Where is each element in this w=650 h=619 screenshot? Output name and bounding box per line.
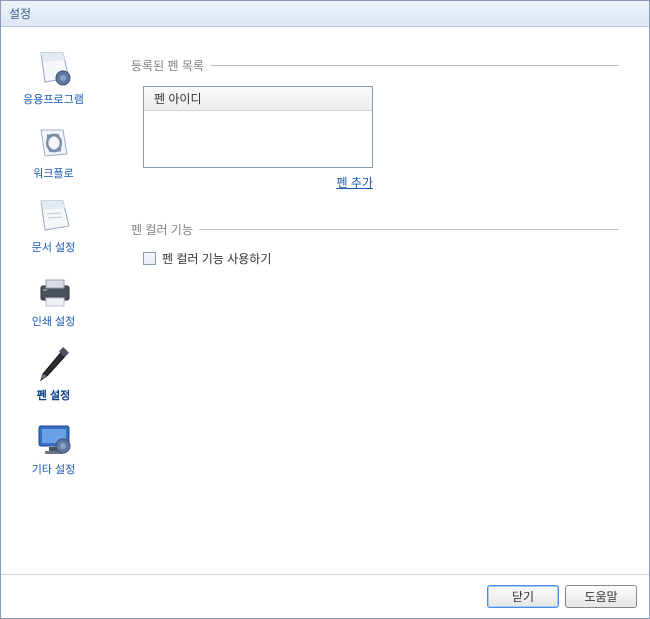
- close-button[interactable]: 닫기: [487, 585, 559, 608]
- window-title: 설정: [9, 7, 31, 21]
- workflow-icon: [30, 123, 78, 163]
- section-header: 펜 컬러 기능: [131, 221, 619, 238]
- sidebar-item-label: 기타 설정: [32, 461, 76, 477]
- sidebar-item-label: 응용프로그램: [23, 91, 84, 107]
- section-title: 등록된 펜 목록: [131, 57, 204, 74]
- settings-window: 설정 응용프로그램: [0, 0, 650, 619]
- sidebar-item-application[interactable]: 응용프로그램: [9, 47, 99, 109]
- pen-list-header: 펜 아이디: [144, 87, 372, 111]
- divider: [199, 229, 619, 230]
- sidebar-item-print[interactable]: 인쇄 설정: [9, 269, 99, 331]
- divider: [210, 65, 619, 66]
- titlebar: 설정: [1, 1, 649, 27]
- main-panel: 등록된 펜 목록 펜 아이디 펜 추가 펜 컬러 기능 펜 컬러 기능 사용하기: [106, 27, 649, 574]
- pen-color-section: 펜 컬러 기능 펜 컬러 기능 사용하기: [131, 221, 619, 267]
- sidebar-item-workflow[interactable]: 워크플로: [9, 121, 99, 183]
- monitor-icon: [30, 419, 78, 459]
- pen-icon: [30, 345, 78, 385]
- sidebar-item-document[interactable]: 문서 설정: [9, 195, 99, 257]
- sidebar: 응용프로그램 워크플로: [1, 27, 106, 574]
- section-title: 펜 컬러 기능: [131, 221, 193, 238]
- sidebar-item-label: 워크플로: [33, 165, 73, 181]
- help-button[interactable]: 도움말: [565, 585, 637, 608]
- sidebar-item-label: 펜 설정: [37, 387, 70, 403]
- section-header: 등록된 펜 목록: [131, 57, 619, 74]
- footer: 닫기 도움말: [1, 574, 649, 618]
- sidebar-item-label: 문서 설정: [32, 239, 76, 255]
- registered-pen-section: 등록된 펜 목록 펜 아이디 펜 추가: [131, 57, 619, 191]
- window-body: 응용프로그램 워크플로: [1, 27, 649, 574]
- application-icon: [30, 49, 78, 89]
- checkbox-label: 펜 컬러 기능 사용하기: [162, 250, 271, 267]
- checkbox-row: 펜 컬러 기능 사용하기: [143, 250, 619, 267]
- link-row: 펜 추가: [143, 174, 373, 191]
- pen-listbox[interactable]: 펜 아이디: [143, 86, 373, 168]
- document-icon: [30, 197, 78, 237]
- sidebar-item-pen[interactable]: 펜 설정: [9, 343, 99, 405]
- sidebar-item-other[interactable]: 기타 설정: [9, 417, 99, 479]
- sidebar-item-label: 인쇄 설정: [32, 313, 76, 329]
- printer-icon: [30, 271, 78, 311]
- pen-color-checkbox[interactable]: [143, 252, 156, 265]
- add-pen-link[interactable]: 펜 추가: [337, 176, 373, 190]
